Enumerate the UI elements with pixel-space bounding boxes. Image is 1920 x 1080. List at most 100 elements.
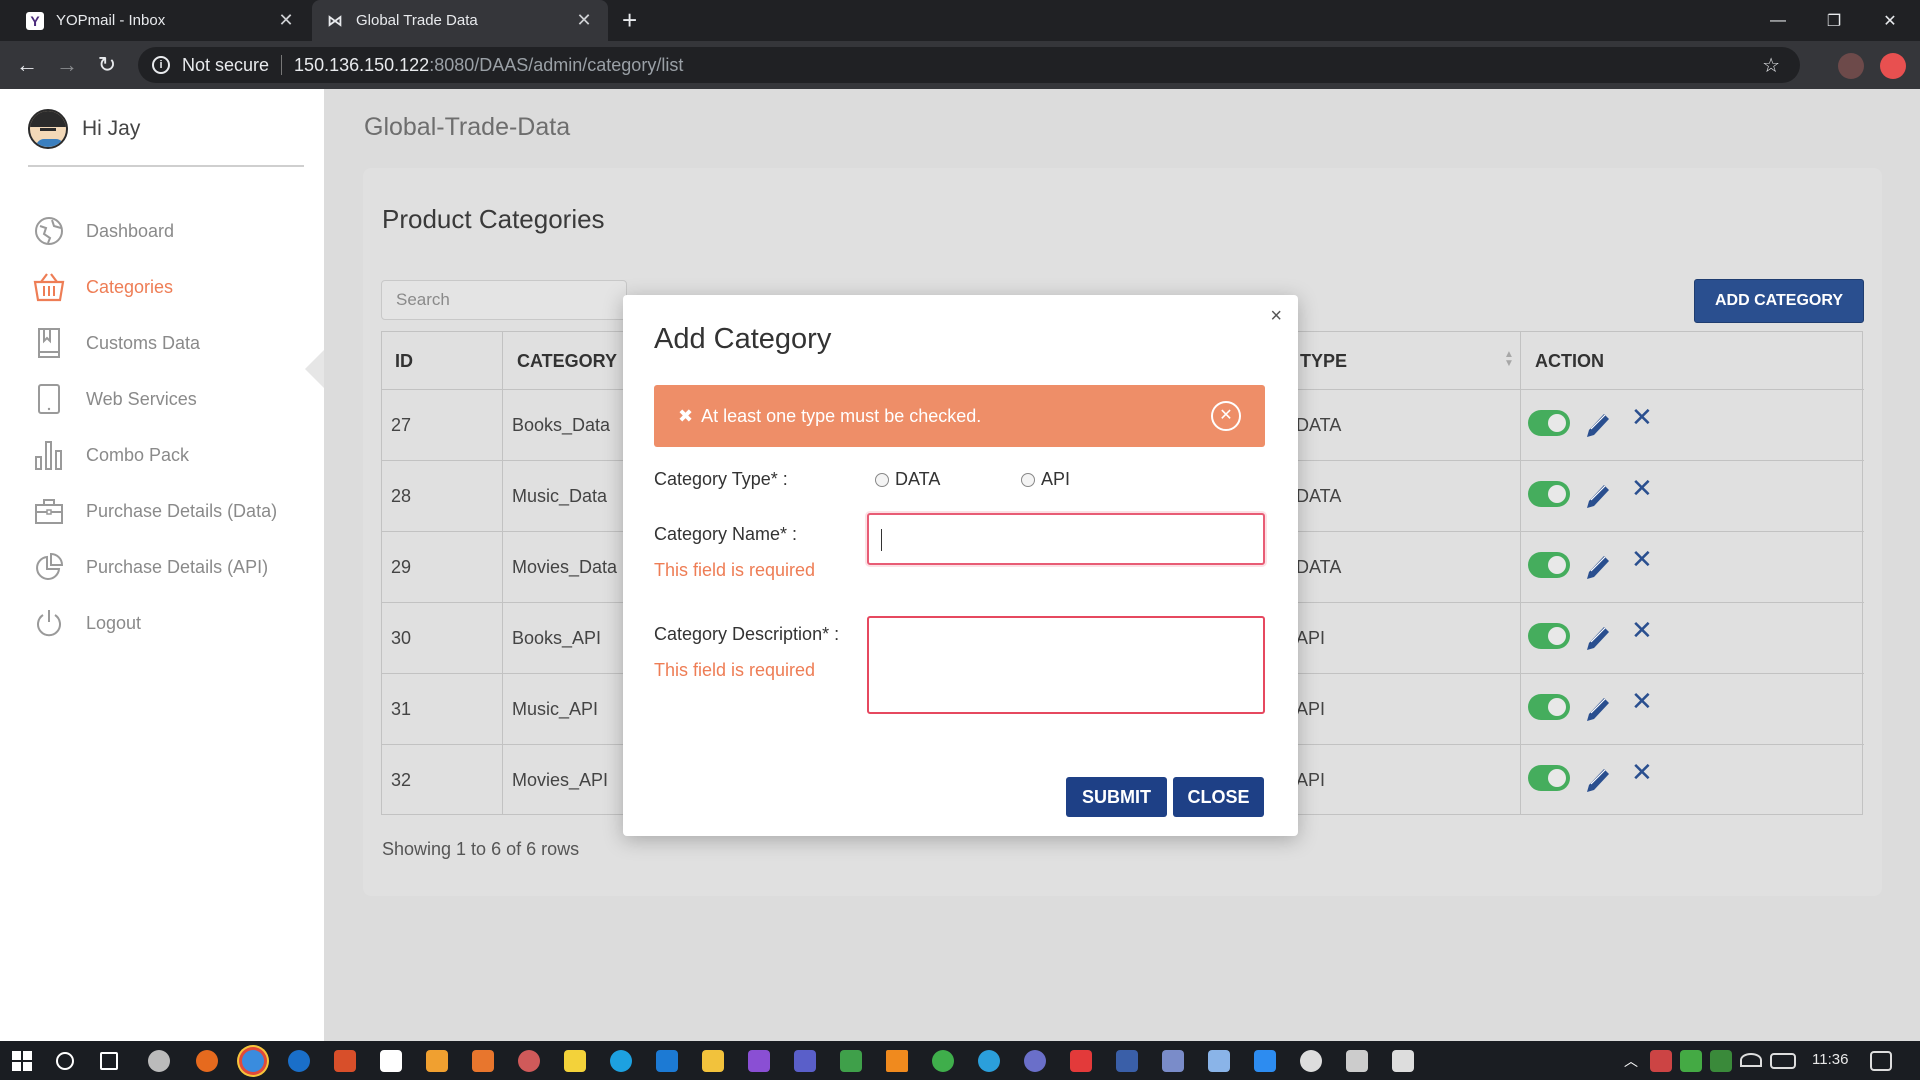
app-icon[interactable] [748,1050,770,1072]
status-toggle[interactable] [1528,481,1570,507]
app-icon[interactable] [1300,1050,1322,1072]
windows-start-icon[interactable] [12,1051,32,1071]
firefox-icon[interactable] [196,1050,218,1072]
wifi-icon[interactable] [1740,1053,1762,1067]
bookmark-star-icon[interactable]: ☆ [1762,53,1780,78]
edit-pencil-icon[interactable] [1584,692,1612,722]
tray-icon[interactable] [1650,1050,1672,1072]
address-bar[interactable]: i Not secure 150.136.150.122:8080/DAAS/a… [138,47,1800,83]
sidebar-item-customs-data[interactable]: Customs Data [32,315,322,371]
delete-icon[interactable]: ✕ [1631,404,1653,430]
sidebar-item-purchase-details-data[interactable]: Purchase Details (Data) [32,483,322,539]
app-icon[interactable] [1208,1050,1230,1072]
browser-tab-global-trade-data[interactable]: ⋈ Global Trade Data ✕ [312,0,608,41]
shield-icon[interactable] [1710,1050,1732,1072]
back-icon[interactable]: ← [14,53,40,79]
app-icon[interactable] [932,1050,954,1072]
extension-icon[interactable] [1880,53,1906,79]
app-icon[interactable] [334,1050,356,1072]
settings-gear-icon[interactable] [148,1050,170,1072]
radio-label: API [1041,469,1071,489]
skype-icon[interactable] [610,1050,632,1072]
status-toggle[interactable] [1528,552,1570,578]
delete-icon[interactable]: ✕ [1631,688,1653,714]
sublime-icon[interactable] [426,1050,448,1072]
status-toggle[interactable] [1528,694,1570,720]
file-explorer-icon[interactable] [702,1050,724,1072]
sidebar-item-categories[interactable]: Categories [32,259,322,315]
delete-icon[interactable]: ✕ [1631,546,1653,572]
delete-icon[interactable]: ✕ [1631,475,1653,501]
add-category-button[interactable]: ADD CATEGORY [1694,279,1864,323]
edit-pencil-icon[interactable] [1584,479,1612,509]
outlook-icon[interactable] [656,1050,678,1072]
status-toggle[interactable] [1528,410,1570,436]
notifications-icon[interactable] [1870,1051,1892,1071]
status-toggle[interactable] [1528,765,1570,791]
edit-pencil-icon[interactable] [1584,763,1612,793]
app-icon[interactable] [472,1050,494,1072]
sticky-notes-icon[interactable] [564,1050,586,1072]
restore-icon[interactable]: ❐ [1806,0,1862,41]
edit-pencil-icon[interactable] [1584,408,1612,438]
dismiss-alert-icon[interactable]: ✕ [1211,401,1241,431]
sidebar-item-purchase-details-api[interactable]: Purchase Details (API) [32,539,322,595]
minimize-icon[interactable]: — [1750,0,1806,41]
profile-avatar-icon[interactable] [1838,53,1864,79]
category-name-input[interactable] [867,513,1265,565]
modal-close-icon[interactable]: × [1270,305,1282,328]
terminal-icon[interactable] [380,1050,402,1072]
edit-pencil-icon[interactable] [1584,621,1612,651]
task-view-icon[interactable] [100,1052,118,1070]
app-icon[interactable] [1346,1050,1368,1072]
edit-pencil-icon[interactable] [1584,550,1612,580]
reload-icon[interactable]: ↻ [94,53,120,79]
anydesk-icon[interactable] [1070,1050,1092,1072]
browser-tab-yopmail[interactable]: Y YOPmail - Inbox ✕ [12,0,310,41]
column-header-action[interactable]: ACTION [1535,351,1604,372]
chrome-icon[interactable] [242,1050,264,1072]
column-header-category[interactable]: CATEGORY [517,351,617,372]
submit-button[interactable]: SUBMIT [1066,777,1167,817]
radio-label: DATA [895,469,941,489]
telegram-icon[interactable] [978,1050,1000,1072]
sidebar-item-web-services[interactable]: Web Services [32,371,322,427]
bowtie-icon: ⋈ [327,12,343,30]
chevron-up-icon[interactable]: ︿ [1620,1050,1642,1072]
app-icon[interactable] [1162,1050,1184,1072]
edge-icon[interactable] [288,1050,310,1072]
close-button[interactable]: CLOSE [1173,777,1264,817]
forward-icon[interactable]: → [54,53,80,79]
app-icon[interactable] [1392,1050,1414,1072]
info-icon[interactable]: i [152,56,170,74]
category-description-textarea[interactable] [867,616,1265,714]
app-icon[interactable] [1116,1050,1138,1072]
zoom-icon[interactable] [1254,1050,1276,1072]
book-icon [32,326,66,360]
type-radio-data[interactable]: DATA [875,469,940,490]
app-icon[interactable] [1024,1050,1046,1072]
type-radio-api[interactable]: API [1021,469,1070,490]
window-close-icon[interactable]: ✕ [1862,0,1918,41]
column-header-id[interactable]: ID [395,351,413,372]
tray-icon[interactable] [1680,1050,1702,1072]
app-icon[interactable] [518,1050,540,1072]
keyboard-icon[interactable] [1770,1053,1796,1069]
browser-toolbar: ← → ↻ i Not secure 150.136.150.122:8080/… [0,41,1920,89]
teams-icon[interactable] [794,1050,816,1072]
app-icon[interactable] [840,1050,862,1072]
sidebar-item-dashboard[interactable]: Dashboard [32,203,322,259]
sidebar-item-combo-pack[interactable]: Combo Pack [32,427,322,483]
vlc-icon[interactable] [886,1050,908,1072]
delete-icon[interactable]: ✕ [1631,759,1653,785]
status-toggle[interactable] [1528,623,1570,649]
search-input[interactable]: Search [381,280,627,320]
close-tab-icon[interactable]: ✕ [574,10,594,31]
search-icon[interactable] [56,1052,74,1070]
column-header-type[interactable]: TYPE [1300,351,1347,372]
sort-icon[interactable]: ▲ ▼ [1504,350,1514,369]
delete-icon[interactable]: ✕ [1631,617,1653,643]
new-tab-icon[interactable]: + [622,6,637,34]
close-tab-icon[interactable]: ✕ [276,10,296,31]
sidebar-item-logout[interactable]: Logout [32,595,322,651]
